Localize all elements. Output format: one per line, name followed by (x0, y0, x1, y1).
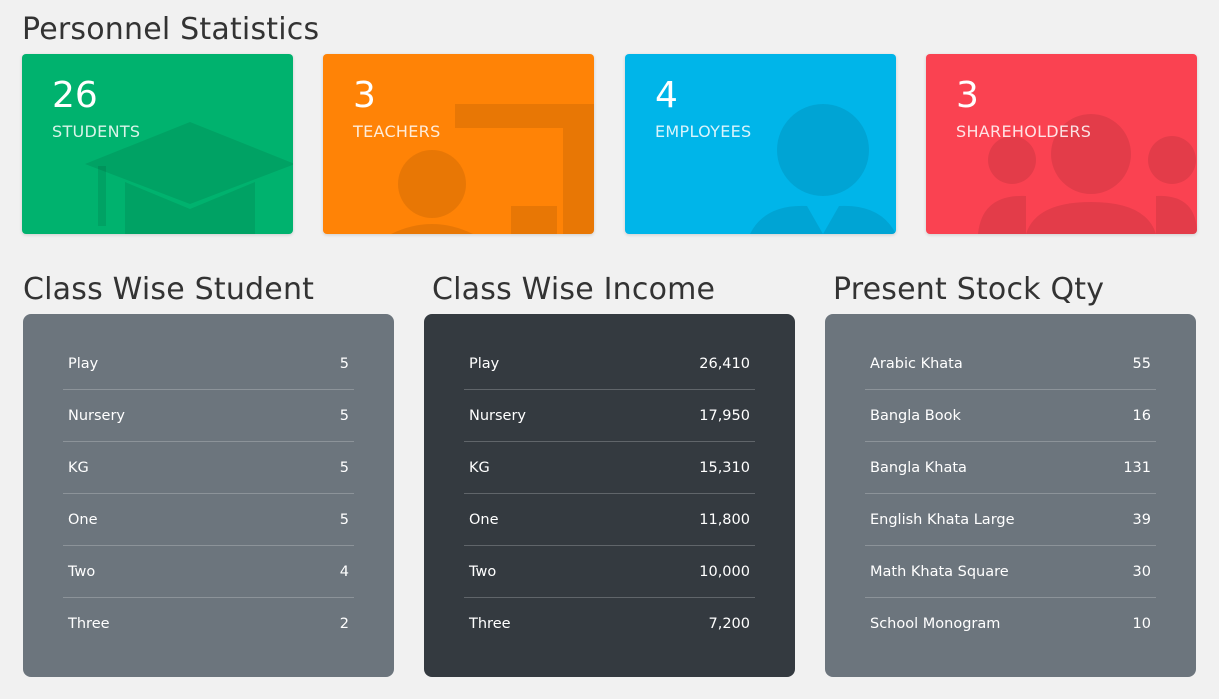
teachers-count: 3 (353, 75, 376, 116)
table-row: Bangla Book 16 (865, 390, 1156, 442)
table-row: Play 5 (63, 338, 354, 390)
class-wise-student-panel: Play 5 Nursery 5 KG 5 One 5 Two 4 Three 2 (23, 314, 394, 677)
item-qty: 55 (1132, 355, 1151, 372)
class-name: One (469, 511, 499, 528)
class-name: Nursery (469, 407, 527, 424)
table-row: One 5 (63, 494, 354, 546)
table-row: Three 2 (63, 598, 354, 650)
table-row: One 11,800 (464, 494, 755, 546)
income-value: 10,000 (699, 563, 750, 580)
present-stock-panel: Arabic Khata 55 Bangla Book 16 Bangla Khat… (825, 314, 1196, 677)
item-qty: 39 (1132, 511, 1151, 528)
income-value: 26,410 (699, 355, 750, 372)
item-qty: 10 (1132, 616, 1151, 632)
table-row: English Khata Large 39 (865, 494, 1156, 546)
class-wise-income-title: Class Wise Income (432, 272, 716, 307)
student-count: 5 (339, 511, 349, 528)
item-name: Math Khata Square (870, 563, 1009, 580)
students-count: 26 (52, 75, 98, 116)
table-row: Nursery 5 (63, 390, 354, 442)
shareholders-count: 3 (956, 75, 979, 116)
class-wise-income-panel: Play 26,410 Nursery 17,950 KG 15,310 One 11,… (424, 314, 795, 677)
table-row: KG 15,310 (464, 442, 755, 494)
item-name: English Khata Large (870, 511, 1015, 528)
table-row: Two 4 (63, 546, 354, 598)
income-value: 15,310 (699, 459, 750, 476)
present-stock-qty-title: Present Stock Qty (833, 272, 1105, 307)
class-name: Play (68, 355, 99, 372)
employees-card[interactable]: 4 EMPLOYEES (625, 54, 896, 234)
class-name: KG (68, 459, 89, 476)
student-count: 4 (339, 563, 349, 580)
item-name: Bangla Book (870, 407, 961, 424)
class-name: Three (68, 616, 110, 632)
item-name: Arabic Khata (870, 355, 963, 372)
class-name: Two (68, 563, 96, 580)
income-value: 11,800 (699, 511, 750, 528)
table-row: Math Khata Square 30 (865, 546, 1156, 598)
student-count: 2 (339, 616, 349, 632)
students-card[interactable]: 26 STUDENTS (22, 54, 293, 234)
item-name: School Monogram (870, 616, 1001, 632)
employees-count: 4 (655, 75, 678, 116)
class-wise-student-title: Class Wise Student (23, 272, 315, 307)
table-row: Nursery 17,950 (464, 390, 755, 442)
employees-label: EMPLOYEES (655, 122, 752, 141)
class-name: One (68, 511, 98, 528)
table-row: Bangla Khata 131 (865, 442, 1156, 494)
item-name: Bangla Khata (870, 459, 967, 476)
table-row: KG 5 (63, 442, 354, 494)
table-row: Play 26,410 (464, 338, 755, 390)
teachers-label: TEACHERS (353, 122, 441, 141)
class-name: Three (469, 616, 511, 632)
income-value: 17,950 (699, 407, 750, 424)
item-qty: 16 (1132, 407, 1151, 424)
item-qty: 30 (1132, 563, 1151, 580)
class-name: Nursery (68, 407, 126, 424)
income-value: 7,200 (708, 616, 750, 632)
student-count: 5 (339, 407, 349, 424)
class-name: KG (469, 459, 490, 476)
table-row: Two 10,000 (464, 546, 755, 598)
student-count: 5 (339, 459, 349, 476)
item-qty: 131 (1123, 459, 1151, 476)
table-row: Three 7,200 (464, 598, 755, 650)
teachers-card[interactable]: 3 TEACHERS (323, 54, 594, 234)
table-row: Arabic Khata 55 (865, 338, 1156, 390)
student-count: 5 (339, 355, 349, 372)
table-row: School Monogram 10 (865, 598, 1156, 650)
shareholders-label: SHAREHOLDERS (956, 122, 1092, 141)
class-name: Play (469, 355, 500, 372)
students-label: STUDENTS (52, 122, 141, 141)
personnel-statistics-title: Personnel Statistics (22, 12, 320, 47)
class-name: Two (469, 563, 497, 580)
shareholders-card[interactable]: 3 SHAREHOLDERS (926, 54, 1197, 234)
